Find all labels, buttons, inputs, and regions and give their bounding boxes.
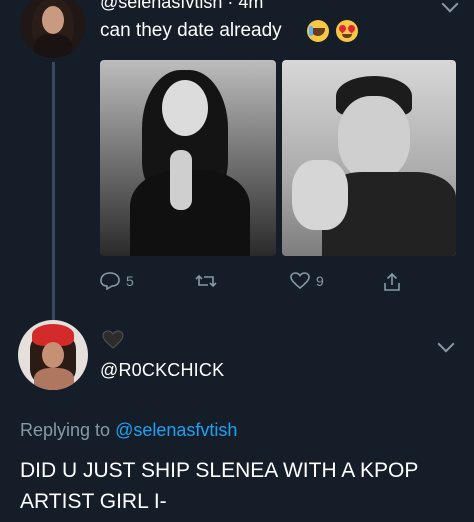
reply-text: DID U JUST SHIP SLENEA WITH A KPOP ARTIS… [20,459,418,513]
replying-mention[interactable]: @selenasfvtish [115,420,237,440]
avatar-body [34,34,72,58]
heart-icon [290,272,310,290]
avatar-face [42,342,64,368]
reply-button[interactable]: 5 [100,272,134,290]
reply-avatar[interactable] [18,320,88,390]
thread-line [52,62,55,324]
chevron-down-icon[interactable] [437,335,455,353]
heart-eyes-icon [336,20,358,42]
tweet-text: can they date already [100,20,282,41]
avatar[interactable] [20,0,86,58]
replying-to: Replying to @selenasfvtish [20,420,237,441]
replying-prefix: Replying to [20,420,111,440]
avatar-body [34,368,74,390]
chevron-down-icon[interactable] [441,0,459,13]
tweet-handle[interactable]: @selenasfvtish · 4m [100,0,263,13]
tweet-actions: 5 9 [100,272,420,300]
avatar-face [42,6,64,34]
like-button[interactable]: 9 [290,272,324,290]
reply-handle[interactable]: @R0CKCHICK [100,360,224,381]
share-icon [382,272,402,292]
retweet-icon [194,272,218,290]
share-button[interactable] [382,272,402,292]
reply-count: 5 [126,273,134,289]
tweet-photo-right[interactable] [282,60,456,256]
tweet-thread: @selenasfvtish · 4m can they date alread… [0,0,474,522]
black-heart-icon [102,330,124,350]
crying-face-icon [307,20,329,42]
retweet-button[interactable] [194,272,218,290]
like-count: 9 [316,273,324,289]
tweet-photo-left[interactable] [100,60,276,256]
reply-icon [100,272,120,290]
